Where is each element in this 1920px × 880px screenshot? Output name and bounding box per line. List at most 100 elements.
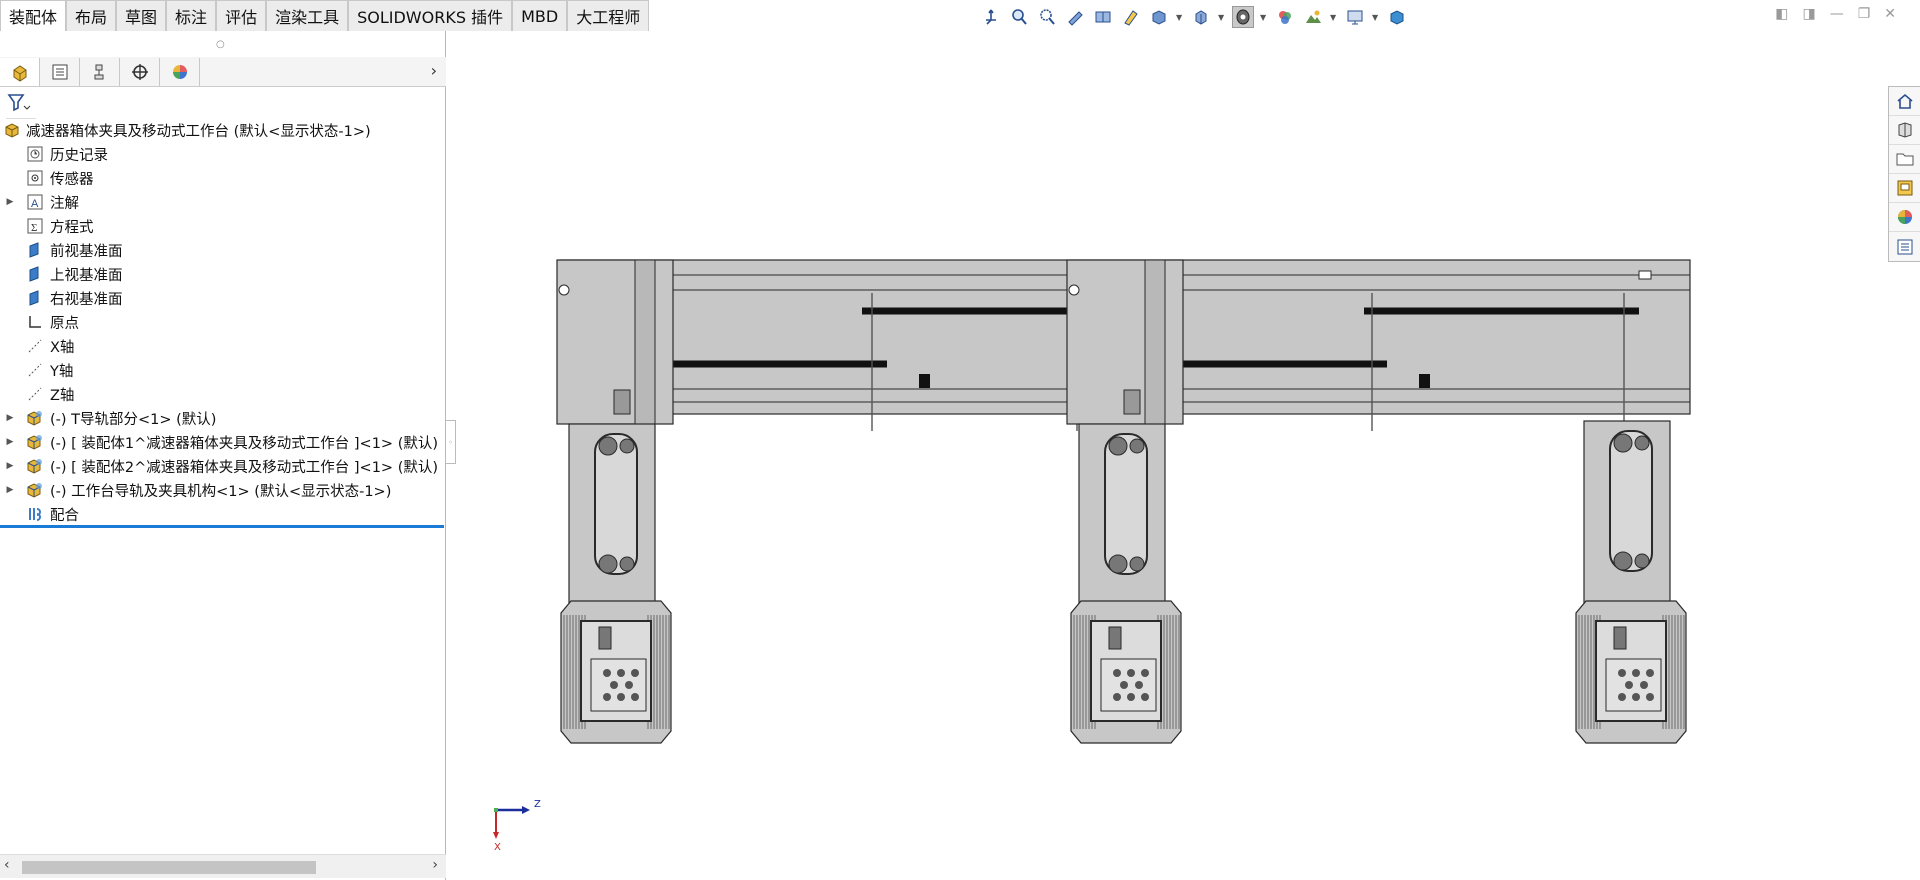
displaymanager-icon[interactable]	[160, 57, 200, 86]
tree-item[interactable]: X轴	[0, 334, 446, 358]
tab-1[interactable]: 布局	[66, 0, 117, 31]
clamp-cylinder	[1613, 626, 1627, 650]
section-view-icon[interactable]	[1092, 6, 1114, 28]
hide-show-items-icon[interactable]	[1232, 6, 1254, 28]
chevron-down-icon[interactable]: ▼	[1218, 13, 1226, 22]
sprocket	[1108, 436, 1128, 456]
axis-icon	[26, 361, 44, 379]
tree-item[interactable]: 原点	[0, 310, 446, 334]
solidworks-resources-icon[interactable]	[1889, 87, 1920, 116]
clamp-hole	[625, 681, 633, 689]
assembly-model[interactable]	[447, 31, 1888, 880]
tree-item-label: 传感器	[50, 171, 94, 188]
tree-item-label: 右视基准面	[50, 291, 123, 308]
tab-0[interactable]: 装配体	[0, 0, 67, 31]
tree-item[interactable]: 前视基准面	[0, 238, 446, 262]
apply-scene-icon[interactable]	[1302, 6, 1324, 28]
chevron-down-icon[interactable]: ▼	[1330, 13, 1338, 22]
tree-item[interactable]: 右视基准面	[0, 286, 446, 310]
sprocket	[1108, 554, 1128, 574]
tab-2[interactable]: 草图	[116, 0, 167, 31]
tree-item[interactable]: ▶ (-) T导轨部分<1> (默认)	[0, 406, 446, 430]
clamp-hole	[631, 669, 639, 677]
minimize-icon[interactable]: —	[1830, 6, 1844, 22]
clamp-hole	[1135, 681, 1143, 689]
tab-8[interactable]: 大工程师	[567, 0, 650, 31]
tree-item-label: Z轴	[50, 387, 75, 404]
tile-right-icon[interactable]: ◨	[1802, 6, 1815, 22]
expand-arrow-icon[interactable]: ▶	[4, 437, 16, 447]
tree-item[interactable]: ▶ A 注解	[0, 190, 446, 214]
tree-root[interactable]: 减速器箱体夹具及移动式工作台 (默认<显示状态-1>)	[0, 118, 446, 142]
carriage-slot	[1144, 259, 1166, 425]
tab-3[interactable]: 标注	[166, 0, 217, 31]
dimxpertmanager-icon[interactable]	[120, 57, 160, 86]
clamp-hole	[1632, 669, 1640, 677]
clamp-hole	[1646, 693, 1654, 701]
scrollbar-thumb[interactable]	[22, 861, 316, 874]
tree-item-label: 方程式	[50, 219, 94, 236]
view-palette-icon[interactable]	[1889, 174, 1920, 203]
tile-left-icon[interactable]: ◧	[1775, 6, 1788, 22]
tab-5[interactable]: 渲染工具	[266, 0, 349, 31]
sprocket	[619, 438, 635, 454]
chevron-down-icon[interactable]: ▼	[1372, 13, 1380, 22]
tree-item[interactable]: 配合	[0, 502, 446, 526]
chevron-right-icon[interactable]: ›	[432, 857, 438, 873]
tree-item[interactable]: 上视基准面	[0, 262, 446, 286]
tree-item[interactable]: Σ 方程式	[0, 214, 446, 238]
previous-view-icon[interactable]	[1064, 6, 1086, 28]
close-icon[interactable]: ✕	[1884, 6, 1896, 22]
filter-icon[interactable]	[6, 91, 36, 119]
fixture-plate	[1605, 658, 1662, 712]
tab-7[interactable]: MBD	[512, 0, 568, 31]
zoom-to-area-icon[interactable]	[1036, 6, 1058, 28]
expand-arrow-icon[interactable]: ▶	[4, 461, 16, 471]
display-pane-icon[interactable]	[1386, 6, 1408, 28]
chevron-right-icon[interactable]: ›	[431, 61, 437, 80]
view-settings-icon[interactable]	[1344, 6, 1366, 28]
tree-item[interactable]: 历史记录	[0, 142, 446, 166]
expand-arrow-icon[interactable]: ▶	[4, 485, 16, 495]
chevron-down-icon[interactable]: ▼	[1260, 13, 1268, 22]
edit-appearance-icon[interactable]	[1274, 6, 1296, 28]
triad-x-label: X	[494, 842, 501, 853]
tree-item[interactable]: Y轴	[0, 358, 446, 382]
axis-icon	[26, 337, 44, 355]
sensor-icon	[26, 169, 44, 187]
expand-arrow-icon[interactable]: ▶	[4, 413, 16, 423]
expand-arrow-icon[interactable]: ▶	[4, 197, 16, 207]
tree-item[interactable]: ▶ (-) 工作台导轨及夹具机构<1> (默认<显示状态-1>)	[0, 478, 446, 502]
tab-6[interactable]: SOLIDWORKS 插件	[348, 0, 513, 31]
propertymanager-icon[interactable]	[40, 57, 80, 86]
dynamic-annotation-icon[interactable]	[1120, 6, 1142, 28]
task-pane	[1888, 86, 1920, 262]
clamp-hole	[1127, 693, 1135, 701]
design-library-icon[interactable]	[1889, 116, 1920, 145]
view-orientation-cube-icon[interactable]	[1148, 6, 1170, 28]
clamp-hole	[631, 693, 639, 701]
graphics-area[interactable]	[447, 31, 1888, 880]
clamp-hole	[1640, 681, 1648, 689]
chain-belt	[1104, 433, 1148, 575]
custom-properties-icon[interactable]	[1889, 232, 1920, 261]
chevron-left-icon[interactable]: ‹	[4, 857, 10, 873]
chevron-down-icon[interactable]: ▼	[1176, 13, 1184, 22]
tree-item[interactable]: ▶ (-) [ 装配体2^减速器箱体夹具及移动式工作台 ]<1> (默认)	[0, 454, 446, 478]
view-orientation-icon[interactable]	[980, 6, 1002, 28]
configurationmanager-icon[interactable]	[80, 57, 120, 86]
panel-grip-icon[interactable]: ○	[216, 39, 225, 50]
tree-item[interactable]: ▶ (-) [ 装配体1^减速器箱体夹具及移动式工作台 ]<1> (默认)	[0, 430, 446, 454]
display-style-icon[interactable]	[1190, 6, 1212, 28]
tree-item[interactable]: 传感器	[0, 166, 446, 190]
chain-belt	[1609, 430, 1653, 572]
horizontal-scrollbar[interactable]: ‹ ›	[0, 854, 446, 878]
restore-icon[interactable]: ❐	[1858, 6, 1871, 22]
svg-text:Σ: Σ	[31, 222, 37, 234]
featuremanager-icon[interactable]	[0, 57, 40, 86]
appearances-icon[interactable]	[1889, 203, 1920, 232]
zoom-to-fit-icon[interactable]	[1008, 6, 1030, 28]
tab-4[interactable]: 评估	[216, 0, 267, 31]
file-explorer-icon[interactable]	[1889, 145, 1920, 174]
tree-item[interactable]: Z轴	[0, 382, 446, 406]
